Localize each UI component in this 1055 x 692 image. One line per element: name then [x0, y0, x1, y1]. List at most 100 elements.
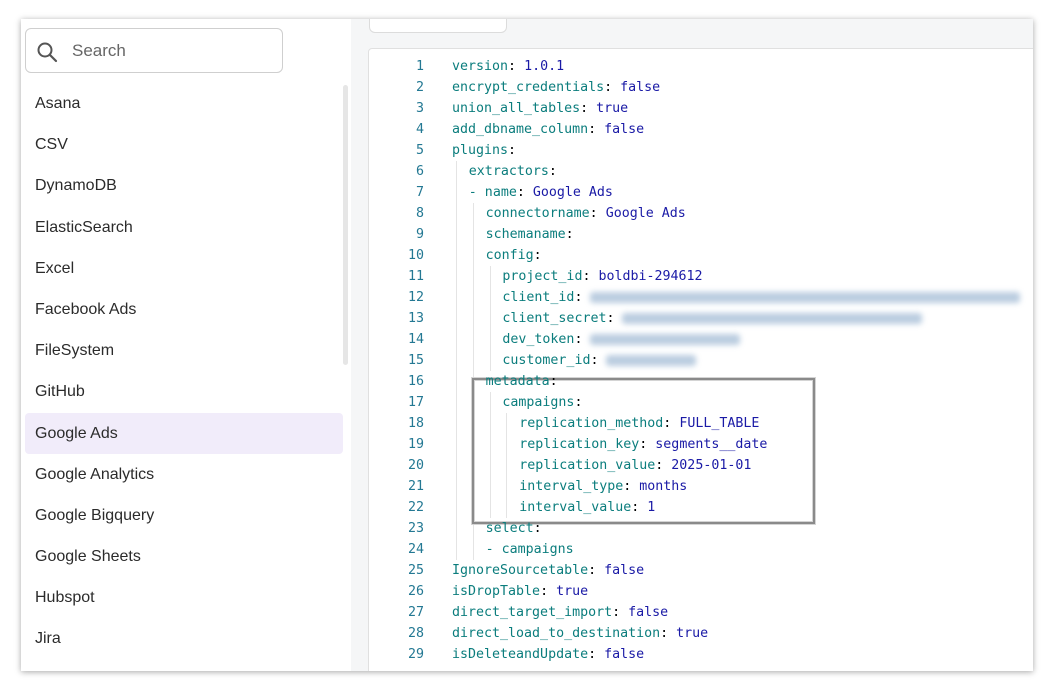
line-number: 4 [415, 122, 424, 137]
yaml-key: - campaigns [485, 542, 574, 557]
yaml-separator: : [606, 311, 623, 326]
code-text: version: 1.0.1 [452, 56, 564, 77]
yaml-key: replication_method [519, 416, 664, 431]
code-text: plugins: [452, 140, 516, 161]
sidebar-item-elasticsearch[interactable]: ElasticSearch [25, 207, 343, 248]
sidebar-item-filesystem[interactable]: FileSystem [25, 330, 343, 371]
code-line: 6 extractors: [369, 161, 1033, 182]
yaml-separator: : [582, 269, 599, 284]
yaml-key: encrypt_credentials [452, 80, 605, 95]
toolbar-tab[interactable] [369, 19, 507, 33]
code-text: client_secret: [502, 308, 923, 329]
yaml-key: - name [468, 185, 517, 200]
code-line: 10 config: [369, 245, 1033, 266]
yaml-key: client_secret [502, 311, 607, 326]
line-number: 3 [415, 101, 424, 116]
code-line: 27 direct_target_import: false [369, 602, 1033, 623]
line-number: 28 [407, 626, 424, 641]
sidebar-item-dynamodb[interactable]: DynamoDB [25, 165, 343, 206]
code-text: schemaname: [486, 224, 574, 245]
yaml-separator: : [540, 584, 557, 599]
line-number: 24 [407, 542, 424, 557]
yaml-value: 2025-01-01 [671, 458, 752, 473]
search-box[interactable] [25, 28, 283, 73]
yaml-key: add_dbname_column [452, 122, 589, 137]
line-number: 20 [407, 458, 424, 473]
line-number: 7 [415, 185, 424, 200]
connector-sidebar: AsanaCSVDynamoDBElasticSearchExcelFacebo… [21, 19, 351, 671]
line-number: 26 [407, 584, 424, 599]
search-input[interactable] [70, 37, 274, 65]
yaml-value: Google Ads [532, 185, 613, 200]
yaml-key: campaigns [502, 395, 575, 410]
yaml-value: true [676, 626, 709, 641]
yaml-key: version [452, 59, 509, 74]
yaml-value: false [604, 647, 645, 662]
yaml-separator: : [631, 500, 648, 515]
code-text: IgnoreSourcetable: false [452, 560, 644, 581]
line-number: 11 [407, 269, 424, 284]
yaml-value: false [604, 563, 645, 578]
line-number: 23 [407, 521, 424, 536]
code-line: 16 metadata: [369, 371, 1033, 392]
yaml-separator: : [655, 458, 672, 473]
code-line: 13 client_secret: [369, 308, 1033, 329]
yaml-separator: : [533, 521, 542, 536]
code-line: 25 IgnoreSourcetable: false [369, 560, 1033, 581]
yaml-separator: : [588, 122, 605, 137]
line-number: 25 [407, 563, 424, 578]
line-number: 8 [415, 206, 424, 221]
yaml-key: replication_key [519, 437, 640, 452]
code-text: customer_id: [502, 350, 697, 371]
line-number: 21 [407, 479, 424, 494]
code-line: 19 replication_key: segments__date [369, 434, 1033, 455]
app-window: AsanaCSVDynamoDBElasticSearchExcelFacebo… [21, 19, 1033, 671]
yaml-key: extractors [468, 164, 549, 179]
yaml-value: boldbi-294612 [598, 269, 703, 284]
line-number: 19 [407, 437, 424, 452]
sidebar-item-github[interactable]: GitHub [25, 371, 343, 412]
sidebar-item-facebook-ads[interactable]: Facebook Ads [25, 289, 343, 330]
sidebar-item-csv[interactable]: CSV [25, 124, 343, 165]
sidebar-item-jira[interactable]: Jira [25, 618, 343, 659]
code-text: add_dbname_column: false [452, 119, 644, 140]
code-text: - name: Google Ads [469, 182, 613, 203]
yaml-separator: : [588, 563, 605, 578]
code-line: 26 isDropTable: true [369, 581, 1033, 602]
code-line: 8 connectorname: Google Ads [369, 203, 1033, 224]
sidebar-item-hubspot[interactable]: Hubspot [25, 577, 343, 618]
code-text: interval_value: 1 [519, 497, 655, 518]
yaml-key: direct_target_import [452, 605, 613, 620]
code-line: 18 replication_method: FULL_TABLE [369, 413, 1033, 434]
yaml-separator: : [660, 626, 677, 641]
yaml-separator: : [574, 290, 591, 305]
line-number: 18 [407, 416, 424, 431]
code-line: 17 campaigns: [369, 392, 1033, 413]
yaml-separator: : [548, 164, 557, 179]
yaml-separator: : [580, 101, 597, 116]
sidebar-item-excel[interactable]: Excel [25, 248, 343, 289]
sidebar-item-google-sheets[interactable]: Google Sheets [25, 536, 343, 577]
code-line: 14 dev_token: [369, 329, 1033, 350]
code-line: 7 - name: Google Ads [369, 182, 1033, 203]
yaml-key: interval_type [519, 479, 624, 494]
sidebar-item-google-ads[interactable]: Google Ads [25, 412, 343, 454]
code-text: project_id: boldbi-294612 [502, 266, 702, 287]
yaml-key: project_id [502, 269, 583, 284]
code-text: interval_type: months [519, 476, 687, 497]
code-line: 4 add_dbname_column: false [369, 119, 1033, 140]
sidebar-item-google-bigquery[interactable]: Google Bigquery [25, 495, 343, 536]
yaml-key: IgnoreSourcetable [452, 563, 589, 578]
yaml-value: months [639, 479, 688, 494]
code-line: 3 union_all_tables: true [369, 98, 1033, 119]
code-text: isDeleteandUpdate: false [452, 644, 644, 665]
sidebar-item-google-analytics[interactable]: Google Analytics [25, 454, 343, 495]
sidebar-scrollbar[interactable] [343, 85, 348, 365]
sidebar-item-asana[interactable]: Asana [25, 83, 343, 124]
yaml-value: 1 [647, 500, 656, 515]
code-text: replication_key: segments__date [519, 434, 767, 455]
code-text: extractors: [469, 161, 557, 182]
line-number: 6 [415, 164, 424, 179]
redacted-value [590, 333, 741, 345]
yaml-editor[interactable]: 1 version: 1.0.1 2 encrypt_credentials: fal… [368, 48, 1033, 671]
